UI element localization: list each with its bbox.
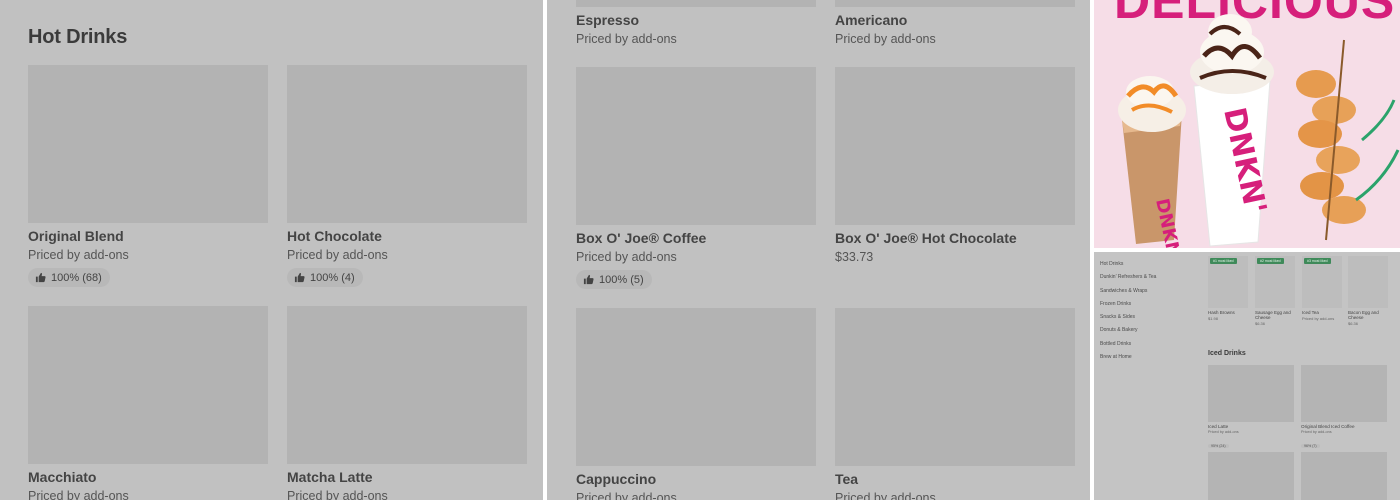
- mini-item-name: Hash Browns: [1208, 310, 1235, 315]
- menu-item-card[interactable]: Tea Priced by add-ons: [835, 308, 1075, 500]
- mini-sidebar-item[interactable]: Donuts & Bakery: [1100, 324, 1200, 337]
- mini-badge: #3 most liked: [1304, 258, 1331, 264]
- mini-card-name: Original Blend Iced Coffee: [1301, 424, 1355, 429]
- mini-sidebar-item[interactable]: Hot Drinks: [1100, 258, 1200, 271]
- item-image-placeholder[interactable]: [576, 308, 816, 466]
- item-price: Priced by add-ons: [576, 491, 677, 500]
- mini-menu-card[interactable]: Iced Latte Priced by add-ons 95% (24): [1208, 365, 1294, 452]
- item-name: Americano: [835, 12, 908, 28]
- promo-banner[interactable]: DELICIOUS DNKN' DNKN': [1094, 0, 1400, 248]
- item-name: Tea: [835, 471, 859, 487]
- promo-illustration: DNKN' DNKN': [1118, 14, 1400, 248]
- rating-text: 100% (4): [310, 271, 355, 284]
- item-image-placeholder[interactable]: [835, 308, 1075, 466]
- item-name: Cappuccino: [576, 471, 657, 487]
- thumbs-up-icon: [583, 274, 594, 285]
- item-name: Box O' Joe® Hot Chocolate: [835, 230, 1017, 246]
- item-name: Hot Chocolate: [287, 228, 382, 244]
- item-image-placeholder[interactable]: [28, 65, 268, 223]
- mini-card-rating: 96% (7): [1301, 444, 1320, 448]
- item-image-placeholder[interactable]: [287, 306, 527, 464]
- mini-item-name: Iced Tea: [1302, 310, 1319, 315]
- mini-sidebar-item[interactable]: Bottled Drinks: [1100, 338, 1200, 351]
- rating-badge: 100% (5): [576, 270, 652, 289]
- menu-panel-more-drinks: Espresso Priced by add-ons Americano Pri…: [547, 0, 1090, 500]
- mini-featured-item[interactable]: #1 most liked Hash Browns $1.98: [1208, 256, 1248, 321]
- menu-item-card[interactable]: Macchiato Priced by add-ons: [28, 306, 268, 500]
- item-name: Original Blend: [28, 228, 124, 244]
- rating-text: 100% (5): [599, 273, 644, 286]
- item-image-placeholder[interactable]: [576, 0, 816, 7]
- mini-featured-item[interactable]: #3 most liked Iced Tea Priced by add-ons: [1302, 256, 1342, 321]
- section-title: Hot Drinks: [28, 26, 128, 48]
- mini-badge: #1 most liked: [1210, 258, 1237, 264]
- rating-badge: 100% (4): [287, 268, 363, 287]
- item-price: Priced by add-ons: [287, 489, 388, 500]
- item-price: Priced by add-ons: [28, 248, 129, 262]
- thumbs-up-icon: [294, 272, 305, 283]
- mini-sidebar-item[interactable]: Dunkin' Refreshers & Tea: [1100, 271, 1200, 284]
- item-image-placeholder[interactable]: [28, 306, 268, 464]
- item-name: Macchiato: [28, 469, 97, 485]
- item-price: Priced by add-ons: [28, 489, 129, 500]
- mini-item-price: $1.98: [1208, 316, 1219, 321]
- item-name: Espresso: [576, 12, 640, 28]
- item-price: Priced by add-ons: [576, 250, 677, 264]
- mini-item-price: $6.36: [1348, 321, 1359, 326]
- mini-item-price: $6.36: [1255, 321, 1266, 326]
- mini-menu-card[interactable]: Original Blend Iced Coffee Priced by add…: [1301, 365, 1387, 452]
- menu-item-card[interactable]: Box O' Joe® Hot Chocolate $33.73: [835, 67, 1075, 266]
- item-price: Priced by add-ons: [835, 32, 936, 46]
- rating-badge: 100% (68): [28, 268, 110, 287]
- mini-sidebar-item[interactable]: Snacks & Sides: [1100, 311, 1200, 324]
- item-image-placeholder[interactable]: [576, 67, 816, 225]
- mini-card-price: Priced by add-ons: [1301, 430, 1332, 434]
- rating-text: 100% (68): [51, 271, 102, 284]
- menu-item-card[interactable]: Americano Priced by add-ons: [835, 0, 1075, 48]
- mini-menu-card[interactable]: [1208, 452, 1294, 500]
- thumbs-up-icon: [35, 272, 46, 283]
- item-image-placeholder[interactable]: [835, 67, 1075, 225]
- mini-card-name: Iced Latte: [1208, 424, 1229, 429]
- mini-sidebar-item[interactable]: Frozen Drinks: [1100, 298, 1200, 311]
- item-price: $33.73: [835, 250, 874, 264]
- item-price: Priced by add-ons: [576, 32, 677, 46]
- menu-item-card[interactable]: Espresso Priced by add-ons: [576, 0, 816, 48]
- menu-item-card[interactable]: Matcha Latte Priced by add-ons: [287, 306, 527, 500]
- mini-section-title: Iced Drinks: [1208, 350, 1246, 357]
- mini-card-rating: 95% (24): [1208, 444, 1229, 448]
- mini-sidebar-item[interactable]: Sandwiches & Wraps: [1100, 285, 1200, 298]
- mini-badge: #2 most liked: [1257, 258, 1284, 264]
- hot-cup-illustration: DNKN': [1190, 14, 1274, 247]
- item-price: Priced by add-ons: [835, 491, 936, 500]
- mini-card-price: Priced by add-ons: [1208, 430, 1239, 434]
- menu-item-card[interactable]: Hot Chocolate Priced by add-ons 100% (4): [287, 65, 527, 288]
- item-price: Priced by add-ons: [287, 248, 388, 262]
- menu-item-card[interactable]: Original Blend Priced by add-ons 100% (6…: [28, 65, 268, 288]
- mini-menu-screenshot: Hot Drinks Dunkin' Refreshers & Tea Sand…: [1094, 252, 1400, 500]
- mini-item-price: Priced by add-ons: [1302, 316, 1335, 321]
- item-name: Matcha Latte: [287, 469, 373, 485]
- item-image-placeholder[interactable]: [835, 0, 1075, 7]
- menu-panel-hot-drinks: Hot Drinks Original Blend Priced by add-…: [0, 0, 543, 500]
- mini-item-name: Sausage Egg and Cheese: [1255, 310, 1291, 320]
- mini-featured-item[interactable]: #2 most liked Sausage Egg and Cheese $6.…: [1255, 256, 1295, 326]
- mini-featured-item[interactable]: Bacon Egg and Cheese $6.36: [1348, 256, 1388, 326]
- mini-sidebar: Hot Drinks Dunkin' Refreshers & Tea Sand…: [1100, 258, 1200, 364]
- menu-item-card[interactable]: Box O' Joe® Coffee Priced by add-ons 100…: [576, 67, 816, 290]
- menu-item-card[interactable]: Cappuccino Priced by add-ons: [576, 308, 816, 500]
- mini-sidebar-item[interactable]: Brew at Home: [1100, 351, 1200, 364]
- mini-menu-card[interactable]: [1301, 452, 1387, 500]
- frozen-drink-illustration: DNKN': [1118, 76, 1186, 248]
- item-image-placeholder[interactable]: [287, 65, 527, 223]
- mini-item-name: Bacon Egg and Cheese: [1348, 310, 1379, 320]
- pancake-dippers-illustration: [1296, 39, 1400, 241]
- item-name: Box O' Joe® Coffee: [576, 230, 707, 246]
